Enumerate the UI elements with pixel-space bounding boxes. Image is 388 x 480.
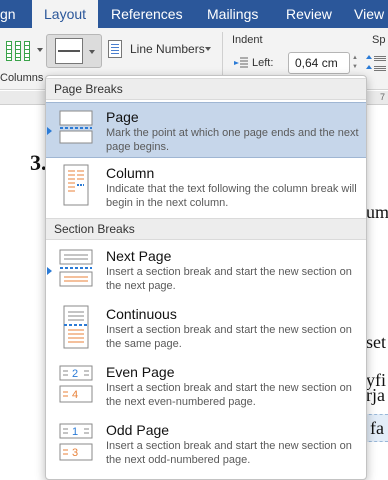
section-break-marker-icon — [47, 267, 52, 275]
breaks-dropdown-arrow-icon — [89, 50, 95, 54]
breaks-dropdown-menu: Page Breaks Page Mark the point at which… — [45, 75, 367, 480]
document-text: set — [366, 332, 386, 352]
stepper-down-icon[interactable]: ▼ — [352, 64, 358, 70]
menu-item-description: Insert a section break and start the new… — [106, 382, 352, 408]
document-text: fa — [370, 418, 384, 438]
odd-page-break-icon: 1 3 — [58, 422, 94, 461]
indent-left-icon — [234, 57, 248, 68]
tab-layout[interactable]: Layout — [32, 0, 99, 28]
columns-icon-bar — [24, 41, 30, 61]
column-break-icon — [58, 163, 94, 206]
stepper-up-icon[interactable]: ▲ — [352, 55, 358, 61]
indent-left-label: Left: — [252, 57, 274, 69]
menu-item-description: Mark the point at which one page ends an… — [106, 127, 359, 153]
indent-left-input[interactable]: 0,64 cm — [288, 52, 350, 74]
tab-design[interactable]: gn — [0, 0, 16, 28]
line-numbers-dropdown-arrow-icon[interactable] — [205, 47, 211, 51]
menu-item-title: Column — [106, 165, 155, 181]
columns-label: Columns — [0, 72, 44, 84]
spacing-after-icon — [366, 64, 386, 74]
menu-item-next-page[interactable]: Next Page Insert a section break and sta… — [46, 242, 366, 298]
tab-references[interactable]: References — [111, 0, 183, 28]
menu-item-title: Page — [106, 109, 139, 125]
tab-mailings[interactable]: Mailings — [207, 0, 258, 28]
breaks-button[interactable] — [46, 34, 102, 68]
menu-item-description: Insert a section break and start the new… — [106, 440, 352, 466]
menu-item-title: Even Page — [106, 364, 175, 380]
tab-review[interactable]: Review — [286, 0, 332, 28]
even-icon-number: 2 — [72, 368, 78, 380]
odd-icon-number: 1 — [72, 426, 78, 438]
next-page-break-icon — [58, 248, 94, 287]
section-breaks-header: Section Breaks — [46, 218, 366, 240]
document-text: ume — [366, 202, 388, 222]
menu-item-description: Insert a section break and start the new… — [106, 324, 352, 350]
columns-button[interactable] — [2, 38, 32, 64]
columns-icon — [6, 41, 12, 61]
odd-icon-number: 3 — [72, 447, 78, 459]
menu-item-even-page[interactable]: 2 4 Even Page Insert a section break and… — [46, 358, 366, 414]
page-break-icon — [58, 109, 94, 147]
ribbon-tab-bar: gn Layout References Mailings Review Vie… — [0, 0, 388, 28]
menu-item-description: Insert a section break and start the new… — [106, 266, 352, 292]
ruler-number: 7 — [380, 92, 386, 102]
menu-item-page-break[interactable]: Page Mark the point at which one page en… — [46, 102, 366, 158]
columns-icon-bar — [15, 41, 21, 61]
document-text: rja — [366, 385, 385, 405]
columns-dropdown-arrow-icon[interactable] — [37, 48, 43, 52]
indent-label: Indent — [232, 34, 263, 46]
line-numbers-button[interactable]: Line Numbers — [130, 42, 205, 56]
menu-item-title: Next Page — [106, 248, 172, 264]
menu-item-continuous[interactable]: Continuous Insert a section break and st… — [46, 300, 366, 356]
menu-item-description: Indicate that the text following the col… — [106, 183, 357, 209]
line-numbers-icon — [108, 40, 122, 58]
menu-item-odd-page[interactable]: 1 3 Odd Page Insert a section break and … — [46, 416, 366, 472]
continuous-break-icon — [58, 304, 94, 349]
selection-marker-icon — [47, 127, 52, 135]
indent-left-stepper[interactable]: ▲ ▼ — [352, 52, 360, 74]
menu-item-title: Odd Page — [106, 422, 170, 438]
tab-view[interactable]: View — [354, 0, 384, 28]
even-page-break-icon: 2 4 — [58, 364, 94, 403]
breaks-icon — [55, 38, 83, 64]
even-icon-number: 4 — [72, 389, 78, 401]
spacing-before-icon — [366, 54, 386, 64]
spacing-label: Sp — [372, 34, 386, 46]
page-breaks-header: Page Breaks — [46, 78, 366, 100]
menu-item-column-break[interactable]: Column Indicate that the text following … — [46, 159, 366, 215]
menu-item-title: Continuous — [106, 306, 177, 322]
